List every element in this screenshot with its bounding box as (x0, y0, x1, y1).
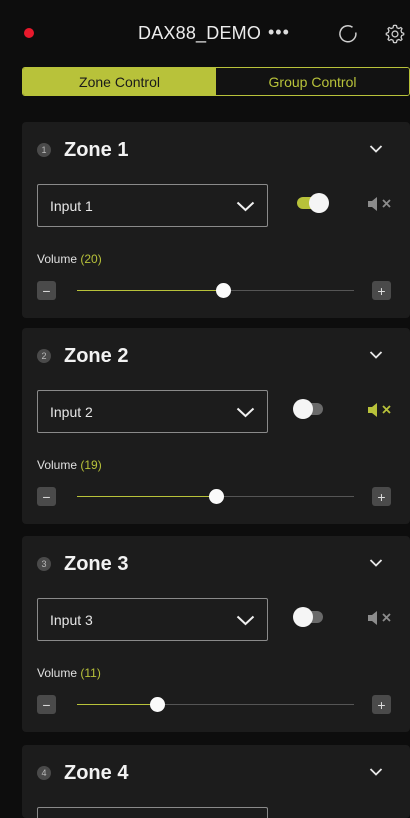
input-select-value: Input 2 (50, 404, 93, 420)
zone-power-toggle[interactable] (293, 607, 323, 627)
input-select[interactable]: Input 3 (37, 598, 268, 641)
zone-number-badge: 3 (37, 557, 51, 571)
control-tabs: Zone Control Group Control (22, 67, 410, 96)
toggle-knob (309, 193, 329, 213)
zone-card-4: 4 Zone 4 (22, 745, 410, 818)
volume-label-text: Volume (37, 666, 78, 680)
volume-value: (11) (80, 666, 101, 680)
mute-speaker-icon[interactable] (366, 195, 396, 213)
volume-slider-fill (77, 704, 158, 705)
zone-number-badge: 2 (37, 349, 51, 363)
volume-label-text: Volume (37, 252, 78, 266)
volume-label: Volume (20) (37, 252, 102, 266)
mute-speaker-icon[interactable] (366, 401, 396, 419)
device-title: DAX88_DEMO (138, 23, 262, 43)
chevron-down-icon (236, 615, 255, 626)
more-icon[interactable]: ••• (268, 22, 290, 43)
chevron-down-icon[interactable] (369, 144, 383, 154)
volume-slider-fill (77, 290, 223, 291)
mute-speaker-icon[interactable] (366, 609, 396, 627)
chevron-down-icon[interactable] (369, 767, 383, 777)
zone-power-toggle[interactable] (297, 193, 329, 213)
volume-label: Volume (19) (37, 458, 102, 472)
volume-decrease-button[interactable]: − (37, 487, 56, 506)
refresh-icon[interactable] (338, 24, 358, 44)
volume-slider-thumb[interactable] (150, 697, 166, 712)
tab-zone-control[interactable]: Zone Control (23, 68, 216, 95)
input-select[interactable]: Input 2 (37, 390, 268, 433)
volume-slider[interactable] (77, 697, 354, 712)
zone-title: Zone 2 (64, 345, 129, 367)
app-header: DAX88_DEMO ••• (0, 0, 410, 64)
volume-label: Volume (11) (37, 666, 101, 680)
chevron-down-icon (236, 407, 255, 418)
zone-number-badge: 4 (37, 766, 51, 780)
input-select-value: Input 1 (50, 198, 93, 214)
input-select[interactable]: Input 1 (37, 184, 268, 227)
input-select-value: Input 3 (50, 612, 93, 628)
toggle-knob (293, 399, 313, 419)
volume-slider[interactable] (77, 489, 354, 504)
zone-title: Zone 3 (64, 553, 129, 575)
volume-value: (19) (80, 458, 102, 472)
settings-gear-icon[interactable] (384, 23, 406, 45)
zone-title: Zone 1 (64, 139, 129, 161)
volume-slider-fill (77, 496, 216, 497)
zone-card-3: 3 Zone 3 Input 3 Volume (11) − + (22, 536, 410, 732)
zone-number-badge: 1 (37, 143, 51, 157)
zone-title: Zone 4 (64, 762, 129, 784)
chevron-down-icon (236, 201, 255, 212)
input-select[interactable] (37, 807, 268, 818)
volume-label-text: Volume (37, 458, 78, 472)
volume-increase-button[interactable]: + (372, 281, 391, 300)
chevron-down-icon[interactable] (369, 558, 383, 568)
toggle-knob (293, 607, 313, 627)
volume-value: (20) (80, 252, 102, 266)
volume-slider-thumb[interactable] (215, 283, 231, 298)
volume-decrease-button[interactable]: − (37, 695, 56, 714)
zone-card-1: 1 Zone 1 Input 1 Volume (20) − + (22, 122, 410, 318)
zone-power-toggle[interactable] (293, 399, 323, 419)
volume-slider-thumb[interactable] (208, 489, 224, 504)
volume-increase-button[interactable]: + (372, 487, 391, 506)
volume-decrease-button[interactable]: − (37, 281, 56, 300)
connection-status-dot (24, 28, 34, 38)
tab-group-control[interactable]: Group Control (216, 68, 409, 95)
volume-increase-button[interactable]: + (372, 695, 391, 714)
zone-card-2: 2 Zone 2 Input 2 Volume (19) − + (22, 328, 410, 524)
chevron-down-icon[interactable] (369, 350, 383, 360)
volume-slider[interactable] (77, 283, 354, 298)
